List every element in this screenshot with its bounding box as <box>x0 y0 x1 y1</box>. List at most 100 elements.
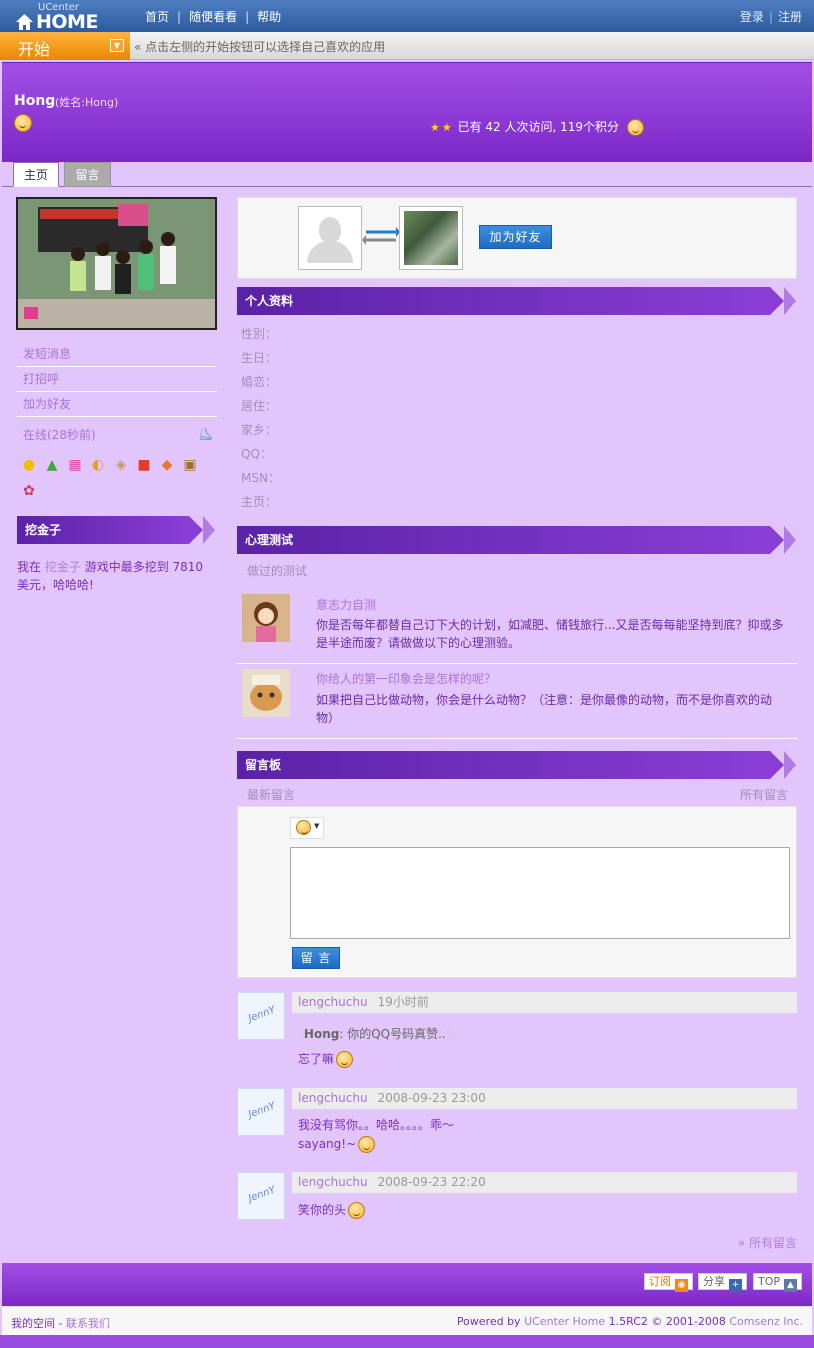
quiz-section-header: 心理测试 <box>237 526 796 554</box>
field-residence: 居住： <box>241 399 278 413</box>
visit-stats: ★ ★ 已有 42 人次访问, 119个积分 <box>430 118 644 136</box>
app-hint: « 点击左侧的开始按钮可以选择自己喜欢的应用 <box>134 40 386 54</box>
online-icon: ⛸ <box>198 427 214 441</box>
comment-text: 忘了嘛 <box>298 1049 354 1069</box>
login-link[interactable]: 登录 <box>740 10 764 24</box>
register-link[interactable]: 注册 <box>778 10 802 24</box>
girl-thumbnail-image[interactable] <box>242 594 290 642</box>
comment-form: ▼ 留 言 <box>237 806 797 978</box>
cat-thumbnail-image[interactable] <box>242 669 290 717</box>
smiley-icon <box>296 820 311 835</box>
emoticon-picker[interactable]: ▼ <box>290 817 324 839</box>
more-comments-link[interactable]: » 所有留言 <box>738 1234 797 1251</box>
profile-photo[interactable] <box>16 197 217 330</box>
house-icon <box>16 14 33 30</box>
quiz-section-title: 心理测试 <box>245 533 294 547</box>
submit-comment-button[interactable]: 留 言 <box>292 947 340 969</box>
comment-author[interactable]: lengchuchu <box>298 1091 368 1105</box>
star-icon: ★ <box>441 121 452 134</box>
speech-bubble-icon[interactable]: ● <box>20 456 38 474</box>
flower-icon[interactable]: ✿ <box>20 482 38 500</box>
comment-time: 2008-09-23 22:20 <box>377 1175 486 1189</box>
field-gender: 性别： <box>241 327 278 341</box>
ucenter-home-logo[interactable]: UCenter HOME <box>16 2 106 33</box>
rss-icon: ◉ <box>675 1279 688 1292</box>
top-bar: UCenter HOME 首页 | 随便看看 | 帮助 登录 | 注册 <box>0 0 814 33</box>
app-icons: ● ▲ ▦ ◐ ◈ ■ ◆ ▣ ✿ <box>20 456 220 508</box>
nav-home[interactable]: 首页 <box>145 10 169 24</box>
comment-quote: ❝Hong: 你的QQ号码真赞..❞ <box>298 1027 452 1041</box>
dig-gold-header: 挖金子 <box>17 516 215 544</box>
send-message-link[interactable]: 发短消息 <box>17 342 217 367</box>
rainbow-icon[interactable]: ▦ <box>66 456 84 474</box>
quiz-subtitle: 做过的测试 <box>247 564 308 578</box>
visit-stats-text: 已有 42 人次访问, 119个积分 <box>457 120 620 134</box>
bottom-strip <box>0 1335 814 1348</box>
share-button[interactable]: 分享 + <box>698 1273 747 1292</box>
avatar-face-icon <box>626 119 644 136</box>
comment-text: 笑你的头 <box>298 1200 366 1220</box>
comment-header: lengchuchu 2008-09-23 22:20 <box>292 1172 797 1193</box>
guestbook-header: 留言板 <box>237 751 796 779</box>
nav-random[interactable]: 随便看看 <box>189 10 237 24</box>
subscribe-button[interactable]: 订阅 ◉ <box>644 1273 693 1292</box>
product-link[interactable]: UCenter Home <box>524 1315 605 1328</box>
comment-author[interactable]: lengchuchu <box>298 995 368 1009</box>
powered-by: Powered by UCenter Home 1.5RC2 © 2001-20… <box>456 1315 803 1328</box>
field-homepage: 主页： <box>241 495 278 509</box>
smiley-icon <box>358 1136 376 1153</box>
login-links: 登录 | 注册 <box>739 10 802 24</box>
all-comments-link[interactable]: 所有留言 <box>740 786 788 803</box>
box-icon[interactable]: ▣ <box>181 456 199 474</box>
add-friend-link[interactable]: 加为好友 <box>17 392 217 417</box>
nav-help[interactable]: 帮助 <box>257 10 281 24</box>
comment-text: 我没有骂你。。哈哈。。。。乖～ <box>298 1118 455 1132</box>
friend-panel: 加为好友 <box>237 197 797 279</box>
quiz-title-2[interactable]: 你给人的第一印象会是怎样的呢？ <box>316 670 496 687</box>
app-bar: 开始 ▼ « 点击左侧的开始按钮可以选择自己喜欢的应用 <box>0 32 814 60</box>
commenter-avatar[interactable]: JennY <box>237 1172 285 1220</box>
company-link[interactable]: Comsenz Inc. <box>729 1315 803 1328</box>
friend-avatar[interactable] <box>399 206 463 270</box>
arrow-up-icon: ▲ <box>784 1279 798 1292</box>
latest-comments-label: 最新留言 <box>247 788 296 802</box>
plus-icon: + <box>729 1279 742 1292</box>
quote-close-icon: ❞ <box>445 1028 452 1041</box>
tab-guestbook[interactable]: 留言 <box>64 162 111 187</box>
username: Hong <box>14 93 56 109</box>
greet-link[interactable]: 打招呼 <box>17 367 217 392</box>
ball-icon[interactable]: ◐ <box>89 456 107 474</box>
top-button[interactable]: TOP ▲ <box>753 1273 803 1292</box>
my-space-link[interactable]: 我的空间 <box>11 1317 55 1330</box>
dig-gold-game-link[interactable]: 挖金子 <box>45 560 81 574</box>
exchange-arrows-icon <box>362 227 400 245</box>
flask-icon[interactable]: ▲ <box>43 456 61 474</box>
tabs: 主页 留言 <box>2 162 812 187</box>
profile-section-header: 个人资料 <box>237 287 796 315</box>
add-friend-button[interactable]: 加为好友 <box>479 225 552 249</box>
comment-text: sayang!~ <box>298 1134 376 1154</box>
page-footer: 我的空间 - 联系我们 Powered by UCenter Home 1.5R… <box>2 1306 812 1335</box>
puzzle-icon[interactable]: ◈ <box>112 456 130 474</box>
commenter-avatar[interactable]: JennY <box>237 1088 285 1136</box>
start-button[interactable]: 开始 ▼ <box>0 32 130 60</box>
comment-textarea[interactable] <box>290 847 790 939</box>
comment-author[interactable]: lengchuchu <box>298 1175 368 1189</box>
profile-section-title: 个人资料 <box>245 294 294 308</box>
field-birthday: 生日： <box>241 351 278 365</box>
cool-smiley-icon <box>348 1202 366 1219</box>
commenter-avatar[interactable]: JennY <box>237 992 285 1040</box>
mood-icon <box>14 114 32 132</box>
gift-icon[interactable]: ■ <box>135 456 153 474</box>
chevron-down-icon[interactable]: ▼ <box>110 39 124 52</box>
chevron-down-icon: ▼ <box>314 822 320 830</box>
comment-header: lengchuchu 19小时前 <box>292 992 797 1013</box>
smiley-icon <box>336 1051 354 1068</box>
start-label: 开始 <box>18 40 51 59</box>
leaf-icon[interactable]: ◆ <box>158 456 176 474</box>
quiz-title-1[interactable]: 意志力自测 <box>316 596 376 613</box>
profile-header: Hong (姓名:Hong) ★ ★ 已有 42 人次访问, 119个积分 <box>2 62 812 162</box>
tab-home[interactable]: 主页 <box>13 162 59 187</box>
contact-link[interactable]: 联系我们 <box>66 1317 110 1330</box>
comment-header: lengchuchu 2008-09-23 23:00 <box>292 1088 797 1109</box>
